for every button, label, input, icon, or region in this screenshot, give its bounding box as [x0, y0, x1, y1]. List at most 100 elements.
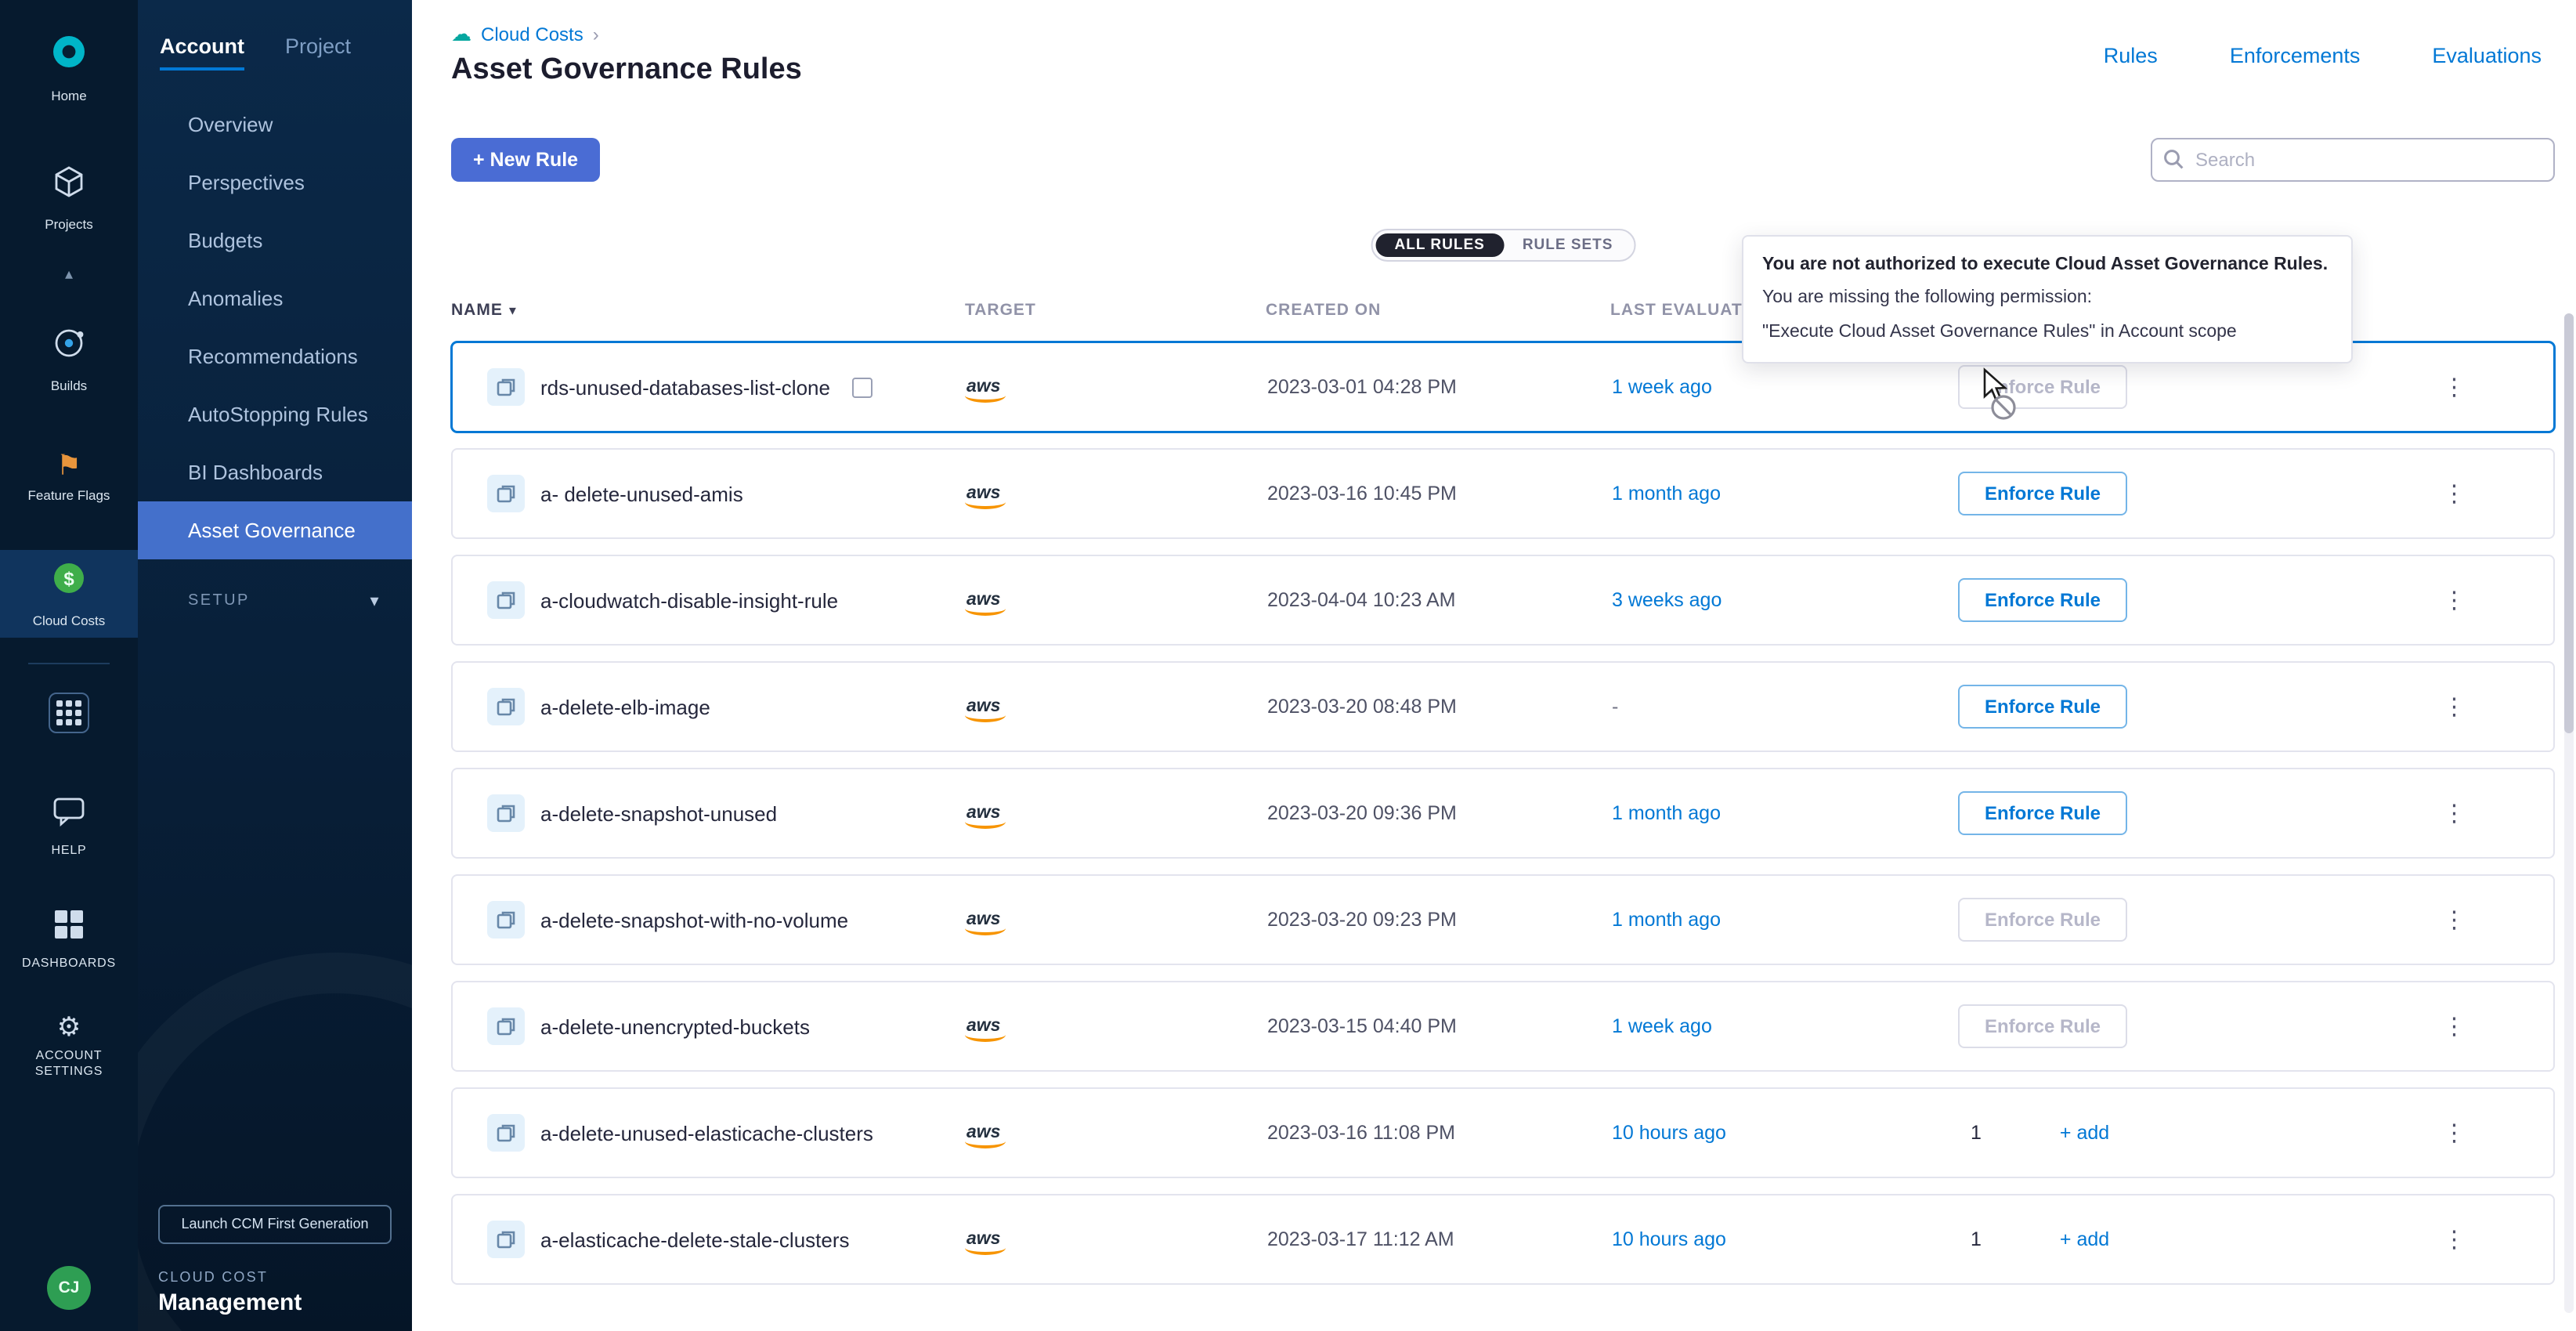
rail-item-builds[interactable]: Builds: [0, 316, 138, 403]
tab-project[interactable]: Project: [285, 34, 351, 71]
module-grid-icon[interactable]: [49, 693, 89, 733]
row-menu-button[interactable]: ⋮: [2356, 586, 2553, 614]
projects-cube-icon: [50, 163, 88, 208]
last-evaluation-link[interactable]: 1 week ago: [1612, 1015, 1949, 1037]
rail-item-cloud-costs[interactable]: $ Cloud Costs: [0, 550, 138, 638]
breadcrumb-separator: ›: [593, 24, 599, 45]
table-row[interactable]: a-delete-unencrypted-buckets aws 2023-03…: [451, 981, 2554, 1072]
rule-icon: [487, 1221, 525, 1258]
row-menu-button[interactable]: ⋮: [2356, 373, 2553, 401]
table-row[interactable]: a-delete-elb-image aws 2023-03-20 08:48 …: [451, 661, 2554, 752]
builds-icon: [50, 325, 88, 371]
rule-icon: [487, 794, 525, 832]
launch-ccm-first-gen-button[interactable]: Launch CCM First Generation: [158, 1206, 392, 1243]
row-checkbox[interactable]: [852, 377, 873, 397]
row-menu-button[interactable]: ⋮: [2356, 1012, 2553, 1040]
permission-tooltip: You are not authorized to execute Cloud …: [1742, 235, 2353, 363]
table-row[interactable]: a-delete-snapshot-unused aws 2023-03-20 …: [451, 768, 2554, 859]
table-row[interactable]: a-elasticache-delete-stale-clusters aws …: [451, 1194, 2554, 1285]
row-menu-button[interactable]: ⋮: [2356, 1225, 2553, 1253]
tab-all-rules[interactable]: ALL RULES: [1376, 233, 1504, 257]
aws-logo: aws: [966, 1123, 1001, 1148]
rule-name: a-delete-snapshot-unused: [540, 801, 777, 825]
column-header-created-on: CREATED ON: [1266, 301, 1610, 320]
setup-section-toggle[interactable]: SETUP ▾: [138, 591, 412, 611]
rail-label: ACCOUNT SETTINGS: [3, 1048, 135, 1078]
rail-item-feature-flags[interactable]: ⚑ Feature Flags: [0, 441, 138, 512]
rail-item-home[interactable]: Home: [0, 22, 138, 113]
rule-icon: [487, 1114, 525, 1152]
add-enforcement-link[interactable]: + add: [2060, 1122, 2109, 1144]
nav-link-enforcements[interactable]: Enforcements: [2230, 44, 2361, 67]
enforce-rule-button[interactable]: Enforce Rule: [1958, 898, 2127, 942]
rail-item-account-settings[interactable]: ⚙ ACCOUNT SETTINGS: [0, 1004, 138, 1087]
enforce-rule-button[interactable]: Enforce Rule: [1958, 685, 2127, 729]
rules-filter-tabs: ALL RULES RULE SETS: [1371, 229, 1637, 262]
svg-text:$: $: [63, 569, 74, 590]
sidebar-item-recommendations[interactable]: Recommendations: [138, 327, 412, 385]
main-content: ☁ Cloud Costs › Asset Governance Rules R…: [412, 0, 2576, 1331]
breadcrumb-cloud-costs-link[interactable]: Cloud Costs: [481, 24, 583, 45]
search-input[interactable]: [2150, 138, 2554, 182]
aws-logo: aws: [966, 697, 1001, 722]
new-rule-button[interactable]: + New Rule: [451, 138, 600, 182]
table-row[interactable]: a-delete-unused-elasticache-clusters aws…: [451, 1087, 2554, 1178]
rail-item-dashboards[interactable]: DASHBOARDS: [0, 899, 138, 979]
rule-name: a-delete-unencrypted-buckets: [540, 1015, 810, 1038]
tooltip-line-3: "Execute Cloud Asset Governance Rules" i…: [1762, 316, 2332, 349]
rail-item-help[interactable]: HELP: [0, 787, 138, 867]
nav-link-rules[interactable]: Rules: [2104, 44, 2158, 67]
column-header-name[interactable]: NAME▾: [451, 301, 965, 320]
scrollbar-thumb[interactable]: [2563, 313, 2573, 733]
column-header-target: TARGET: [965, 301, 1266, 320]
sidebar-item-asset-governance[interactable]: Asset Governance: [138, 501, 412, 559]
sidebar-item-anomalies[interactable]: Anomalies: [138, 269, 412, 327]
last-evaluation-link[interactable]: 1 month ago: [1612, 483, 1949, 505]
chevron-down-icon: ▾: [370, 591, 381, 611]
last-evaluation-link[interactable]: 3 weeks ago: [1612, 589, 1949, 611]
enforce-rule-button[interactable]: Enforce Rule: [1958, 1004, 2127, 1048]
dashboards-icon: [53, 908, 85, 947]
sidebar-item-autostopping-rules[interactable]: AutoStopping Rules: [138, 385, 412, 443]
row-menu-button[interactable]: ⋮: [2356, 1119, 2553, 1147]
enforce-rule-button[interactable]: Enforce Rule: [1958, 578, 2127, 622]
row-menu-button[interactable]: ⋮: [2356, 799, 2553, 827]
last-evaluation-link[interactable]: 1 week ago: [1612, 376, 1949, 398]
sidebar: Account Project Overview Perspectives Bu…: [138, 0, 412, 1331]
product-title: Management: [158, 1289, 392, 1315]
row-menu-button[interactable]: ⋮: [2356, 693, 2553, 721]
user-avatar[interactable]: CJ: [47, 1265, 91, 1309]
add-enforcement-link[interactable]: + add: [2060, 1228, 2109, 1250]
row-menu-button[interactable]: ⋮: [2356, 906, 2553, 934]
sidebar-item-bi-dashboards[interactable]: BI Dashboards: [138, 443, 412, 501]
search-box: [2150, 138, 2554, 182]
vertical-scrollbar[interactable]: [2563, 313, 2573, 1312]
table-row[interactable]: a-cloudwatch-disable-insight-rule aws 20…: [451, 555, 2554, 646]
rail-label: Feature Flags: [28, 486, 110, 502]
sidebar-item-overview[interactable]: Overview: [138, 96, 412, 154]
last-evaluation-link[interactable]: 1 month ago: [1612, 909, 1949, 931]
sidebar-item-budgets[interactable]: Budgets: [138, 212, 412, 269]
tab-rule-sets[interactable]: RULE SETS: [1504, 233, 1632, 257]
enforce-rule-button[interactable]: Enforce Rule: [1958, 472, 2127, 515]
last-evaluation-link[interactable]: -: [1612, 696, 1949, 718]
rail-item-projects[interactable]: Projects: [0, 154, 138, 241]
nav-link-evaluations[interactable]: Evaluations: [2432, 44, 2542, 67]
enforce-rule-button[interactable]: Enforce Rule: [1958, 791, 2127, 835]
last-evaluation-link[interactable]: 10 hours ago: [1612, 1122, 1949, 1144]
tab-account[interactable]: Account: [160, 34, 244, 71]
table-row[interactable]: a-delete-snapshot-with-no-volume aws 202…: [451, 874, 2554, 965]
aws-logo: aws: [966, 378, 1001, 403]
row-menu-button[interactable]: ⋮: [2356, 479, 2553, 508]
rule-icon: [487, 368, 525, 406]
created-on: 2023-03-20 08:48 PM: [1267, 696, 1612, 718]
last-evaluation-link[interactable]: 1 month ago: [1612, 802, 1949, 824]
collapse-chevron-icon[interactable]: ▴: [65, 267, 73, 284]
rail-label: Home: [51, 88, 86, 103]
enforce-rule-button[interactable]: Enforce Rule: [1958, 365, 2127, 409]
rule-name: a-delete-snapshot-with-no-volume: [540, 908, 848, 931]
last-evaluation-link[interactable]: 10 hours ago: [1612, 1228, 1949, 1250]
sort-caret-icon: ▾: [509, 302, 517, 318]
sidebar-item-perspectives[interactable]: Perspectives: [138, 154, 412, 212]
table-row[interactable]: a- delete-unused-amis aws 2023-03-16 10:…: [451, 448, 2554, 539]
